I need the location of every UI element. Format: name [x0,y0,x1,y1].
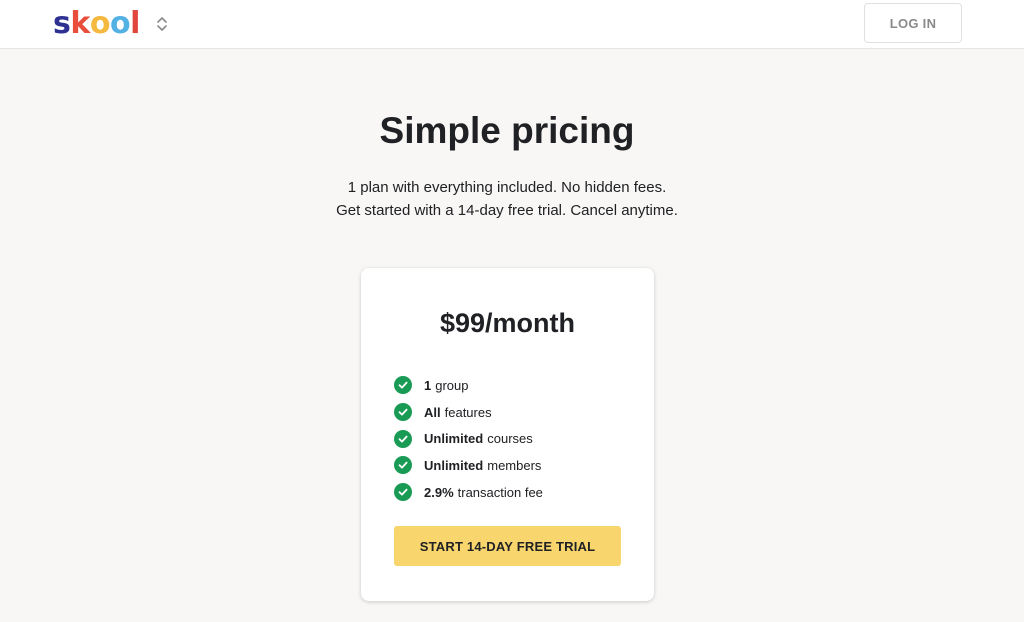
feature-text: transaction fee [457,484,543,500]
logo-letter: l [130,6,140,41]
check-circle-icon [394,456,412,475]
logo-letter: k [70,6,90,41]
feature-text: features [444,404,492,420]
subtitle-line-2: Get started with a 14-day free trial. Ca… [336,202,678,219]
list-item: 2.9% transaction fee [394,479,543,506]
check-circle-icon [394,376,412,395]
feature-highlight: 2.9% [424,484,454,500]
feature-text: courses [487,431,533,447]
skool-logo[interactable]: skool [53,6,140,42]
list-item: Unlimited courses [394,425,543,452]
feature-text: members [487,457,542,473]
subtitle-line-1: 1 plan with everything included. No hidd… [347,179,667,196]
feature-highlight: 1 [424,377,432,393]
pricing-card: $99/month 1 group All features Unlimited… [361,268,654,601]
login-button[interactable]: LOG IN [864,3,962,43]
plan-price: $99/month [439,308,576,338]
list-item: All features [394,399,543,426]
list-item: Unlimited members [394,452,543,479]
feature-highlight: Unlimited [424,431,484,447]
logo-letter: o [109,6,131,41]
check-circle-icon [394,429,412,448]
start-free-trial-button[interactable]: START 14-DAY FREE TRIAL [394,526,621,566]
page-title: Simple pricing [379,110,635,151]
feature-highlight: Unlimited [424,457,484,473]
chevron-up-down-icon[interactable] [154,14,170,34]
list-item: 1 group [394,372,543,399]
feature-highlight: All [424,404,441,420]
logo-letter: o [89,6,111,41]
top-bar: skool LOG IN [0,0,1024,49]
feature-text: group [435,377,469,393]
logo-letter: s [53,6,71,41]
check-circle-icon [394,483,412,502]
feature-list: 1 group All features Unlimited courses U… [394,372,543,505]
check-circle-icon [394,403,412,422]
